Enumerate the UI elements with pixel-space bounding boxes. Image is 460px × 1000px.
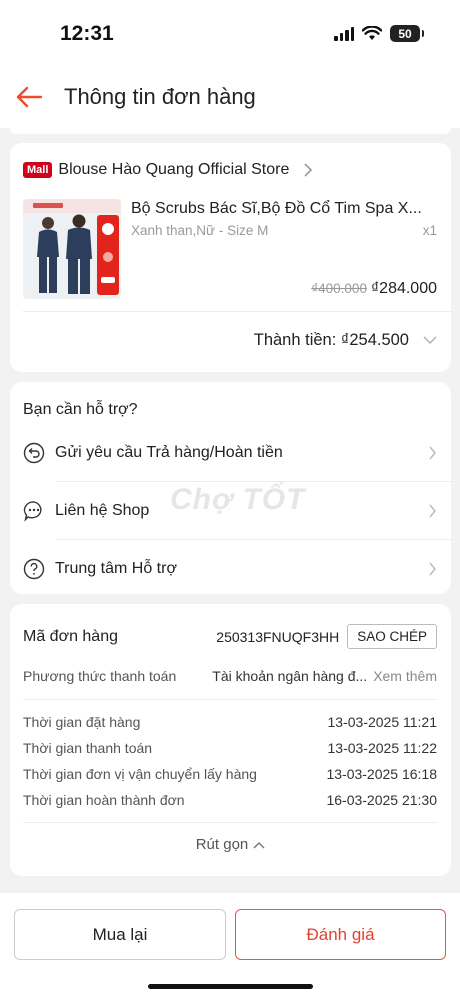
return-icon: [23, 442, 45, 463]
payment-value: Tài khoản ngân hàng đ...: [212, 668, 368, 684]
see-more-link[interactable]: Xem thêm: [373, 668, 437, 684]
support-item-help-center[interactable]: Trung tâm Hỗ trợ: [10, 540, 451, 597]
chevron-down-icon: [423, 336, 437, 345]
wifi-icon: [362, 26, 382, 40]
help-icon: [23, 558, 45, 579]
payment-label: Phương thức thanh toán: [23, 668, 177, 684]
order-id-label: Mã đơn hàng: [23, 627, 118, 645]
timeline-label: Thời gian đơn vị vận chuyển lấy hàng: [23, 766, 257, 782]
chat-icon: [23, 500, 42, 522]
timeline-label: Thời gian thanh toán: [23, 740, 153, 756]
divider: [23, 699, 437, 700]
price-row: ₫400.000 ₫284.000: [311, 280, 437, 298]
original-price: ₫400.000: [311, 281, 367, 296]
timeline-row: Thời gian đặt hàng 13-03-2025 11:21: [23, 714, 437, 730]
chevron-right-icon: [304, 163, 313, 177]
home-indicator[interactable]: [148, 984, 313, 989]
timeline-value: 13-03-2025 11:22: [327, 740, 438, 756]
chevron-right-icon: [429, 446, 436, 459]
watermark: Chợ TỐT: [170, 483, 306, 516]
battery-icon: 50: [390, 25, 424, 42]
bottom-action-bar: Mua lại Đánh giá: [0, 893, 460, 1000]
support-title: Bạn cần hỗ trợ?: [23, 401, 138, 418]
back-arrow-icon: [16, 86, 43, 108]
status-bar: 12:31 50: [0, 0, 460, 66]
timeline-value: 13-03-2025 16:18: [326, 766, 437, 782]
signal-icon: [334, 26, 354, 41]
chevron-up-icon: [253, 841, 265, 848]
collapse-label: Rút gọn: [195, 836, 249, 853]
store-name: Blouse Hào Quang Official Store: [58, 161, 290, 178]
order-id-value: 250313FNUQF3HH: [216, 628, 340, 645]
status-time: 12:31: [60, 22, 114, 45]
payment-row: Phương thức thanh toán Tài khoản ngân hà…: [23, 668, 437, 684]
product-image[interactable]: [23, 199, 121, 299]
app-header: Thông tin đơn hàng: [0, 66, 460, 128]
timeline-value: 16-03-2025 21:30: [326, 792, 437, 808]
divider: [23, 311, 451, 312]
mall-badge: Mall: [23, 162, 53, 178]
order-info-card: Mã đơn hàng 250313FNUQF3HH SAO CHÉP Phươ…: [10, 604, 451, 876]
timeline-row: Thời gian hoàn thành đơn 16-03-2025 21:3…: [23, 792, 437, 808]
timeline-row: Thời gian đơn vị vận chuyển lấy hàng 13-…: [23, 766, 437, 782]
rebuy-button[interactable]: Mua lại: [14, 909, 226, 960]
timeline-label: Thời gian hoàn thành đơn: [23, 792, 185, 808]
order-id-row: Mã đơn hàng 250313FNUQF3HH SAO CHÉP: [23, 624, 437, 649]
page-title: Thông tin đơn hàng: [64, 84, 256, 109]
status-icons: 50: [334, 25, 424, 42]
product-variant: Xanh than,Nữ - Size M: [131, 223, 269, 238]
product-thumbnail: [23, 199, 121, 299]
product-quantity: x1: [422, 223, 437, 238]
back-button[interactable]: [0, 68, 58, 126]
chevron-right-icon: [429, 562, 436, 575]
timeline-row: Thời gian thanh toán 13-03-2025 11:22: [23, 740, 437, 756]
order-item-card: Mall Blouse Hào Quang Official Store Bộ …: [10, 143, 451, 372]
support-item-label: Gửi yêu cầu Trả hàng/Hoàn tiền: [55, 443, 283, 461]
copy-button[interactable]: SAO CHÉP: [347, 624, 437, 649]
total-row[interactable]: Thành tiền: ₫254.500: [254, 331, 437, 350]
timeline-label: Thời gian đặt hàng: [23, 714, 141, 730]
rate-button[interactable]: Đánh giá: [235, 909, 446, 960]
collapse-button[interactable]: Rút gọn: [10, 836, 451, 853]
divider: [23, 822, 437, 823]
product-title[interactable]: Bộ Scrubs Bác Sĩ,Bộ Đồ Cổ Tim Spa X...: [131, 200, 436, 218]
chevron-right-icon: [429, 504, 436, 517]
sale-price: ₫284.000: [370, 280, 437, 297]
order-total: Thành tiền: ₫254.500: [253, 331, 409, 349]
timeline-value: 13-03-2025 11:21: [327, 714, 438, 730]
support-item-return-refund[interactable]: Gửi yêu cầu Trả hàng/Hoàn tiền: [10, 424, 451, 481]
support-item-label: Trung tâm Hỗ trợ: [55, 559, 177, 577]
previous-card-edge: [10, 128, 451, 134]
store-row[interactable]: Mall Blouse Hào Quang Official Store: [23, 161, 313, 179]
